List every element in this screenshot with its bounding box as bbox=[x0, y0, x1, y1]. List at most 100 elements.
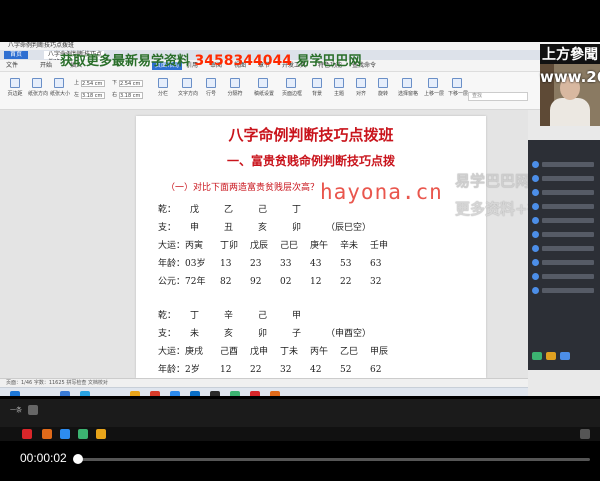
avatar bbox=[532, 273, 539, 280]
avatar bbox=[532, 175, 539, 182]
document-page[interactable]: 八字命例判断技巧点拨班 一、富贵贫贱命例判断技巧点拨 （一）对比下面两造富贵贫贱… bbox=[136, 116, 486, 378]
current-time: 00:00:02 bbox=[20, 451, 67, 465]
windows-taskbar bbox=[0, 387, 528, 396]
margin-left-field[interactable]: 左 3.18 cm bbox=[74, 92, 106, 99]
columns-button[interactable]: 分栏 bbox=[154, 78, 172, 97]
url-watermark: www.265 bbox=[540, 68, 600, 86]
settings-icon[interactable] bbox=[580, 429, 590, 439]
align-button[interactable]: 对齐 bbox=[352, 78, 370, 97]
breaks-button[interactable]: 分隔符 bbox=[226, 78, 244, 97]
avatar bbox=[532, 245, 539, 252]
ie-icon[interactable] bbox=[80, 391, 90, 396]
ribbon: 页边距 纸张方向 纸张大小 上 2.54 cm 左 3.18 cm 下 2.54 cm… bbox=[0, 72, 600, 110]
line-numbers-button[interactable]: 行号 bbox=[202, 78, 220, 97]
mic-icon[interactable] bbox=[532, 352, 542, 360]
avatar bbox=[532, 217, 539, 224]
avatar bbox=[532, 161, 539, 168]
window-title: 八字命例判断技巧点拨班 bbox=[0, 42, 600, 50]
promo-banner-watermark: 获取更多最新易学资料 3458344044 易学巴巴网 bbox=[60, 53, 362, 69]
wps-icon[interactable] bbox=[22, 429, 32, 439]
align-icon bbox=[356, 78, 366, 88]
top-letterbox bbox=[0, 0, 600, 42]
manuscript-icon bbox=[258, 78, 268, 88]
text-direction-button[interactable]: 文字方向 bbox=[178, 78, 198, 97]
camera-icon[interactable] bbox=[546, 352, 556, 360]
status-bar: 页面：1/46 字数：11625 拼写检查 文档校对 bbox=[0, 378, 528, 387]
rotate-button[interactable]: 旋转 bbox=[374, 78, 392, 97]
chat-message bbox=[532, 216, 596, 226]
chat-panel bbox=[528, 140, 600, 370]
playback-bar: 00:00:02 bbox=[0, 446, 600, 474]
avatar-icon bbox=[28, 405, 38, 415]
orientation-button[interactable]: 纸张方向 bbox=[28, 78, 48, 97]
selection-pane-button[interactable]: 选择窗格 bbox=[398, 78, 418, 97]
app-dark-icon[interactable] bbox=[210, 391, 220, 396]
case1-qian-row: 乾：戊乙己丁 bbox=[158, 205, 302, 215]
manuscript-button[interactable]: 稿纸设置 bbox=[254, 78, 274, 97]
margin-top-field[interactable]: 上 2.54 cm bbox=[74, 80, 106, 87]
section-heading: （一）对比下面两造富贵贫贱层次高？ bbox=[166, 183, 320, 193]
chat-message bbox=[532, 286, 596, 296]
chat-message bbox=[532, 258, 596, 268]
background-icon bbox=[312, 78, 322, 88]
line-numbers-icon bbox=[206, 78, 216, 88]
case1-dayun-row: 大运：丙寅 丁卯 戊辰 己巳 庚午 辛未 壬申 bbox=[158, 241, 389, 251]
seek-handle[interactable] bbox=[73, 454, 83, 464]
app-blue-icon[interactable] bbox=[170, 391, 180, 396]
player-caption: 一条 bbox=[10, 407, 23, 414]
margin-right-field[interactable]: 右 3.18 cm bbox=[112, 92, 144, 99]
seek-bar[interactable] bbox=[78, 458, 590, 461]
margins-button[interactable]: 页边距 bbox=[6, 78, 24, 97]
avatar bbox=[532, 259, 539, 266]
search-input[interactable]: 查找 bbox=[468, 92, 528, 101]
app-green-icon[interactable] bbox=[78, 429, 88, 439]
chat-message bbox=[532, 230, 596, 240]
tab-home[interactable]: 首页 bbox=[4, 51, 29, 59]
case2-zhi-row: 支：未亥卯子（申酉空） bbox=[158, 329, 372, 339]
paper-size-icon bbox=[54, 78, 64, 88]
margin-bottom-field[interactable]: 下 2.54 cm bbox=[112, 80, 144, 87]
menu-home[interactable]: 开始 bbox=[40, 62, 52, 70]
page-subtitle: 一、富贵贫贱命例判断技巧点拨 bbox=[226, 154, 395, 168]
app-orange-icon[interactable] bbox=[270, 391, 280, 396]
orientation-icon bbox=[32, 78, 42, 88]
document-area[interactable]: 八字命例判断技巧点拨班 一、富贵贫贱命例判断技巧点拨 （一）对比下面两造富贵贫贱… bbox=[0, 110, 528, 378]
presenter-body bbox=[550, 98, 590, 126]
app-yellow-icon[interactable] bbox=[96, 429, 106, 439]
avatar bbox=[532, 287, 539, 294]
app-blue-icon[interactable] bbox=[60, 429, 70, 439]
background-button[interactable]: 背景 bbox=[308, 78, 326, 97]
app-red-icon[interactable] bbox=[150, 391, 160, 396]
send-backward-button[interactable]: 下移一层 bbox=[448, 78, 468, 97]
store-icon[interactable] bbox=[190, 391, 200, 396]
wps-icon[interactable] bbox=[250, 391, 260, 396]
chat-message bbox=[532, 272, 596, 282]
case1-year-row: 公元：72年 82 92 02 12 22 32 bbox=[158, 277, 382, 287]
theme-button[interactable]: 主题 bbox=[330, 78, 348, 97]
chat-message bbox=[532, 174, 596, 184]
wechat-icon[interactable] bbox=[230, 391, 240, 396]
columns-icon bbox=[158, 78, 168, 88]
screen-recording: 八字命例判断技巧点拨班 首页 八字命例判断技巧点拨班 文件 开始 插入 页面布局… bbox=[0, 42, 600, 396]
bring-forward-icon bbox=[428, 78, 438, 88]
player-app-row bbox=[0, 427, 600, 441]
app-orange-icon[interactable] bbox=[42, 429, 52, 439]
case2-qian-row: 乾：丁辛己甲 bbox=[158, 311, 302, 321]
folder-icon[interactable] bbox=[130, 391, 140, 396]
send-backward-icon bbox=[452, 78, 462, 88]
share-icon[interactable] bbox=[560, 352, 570, 360]
browser-icon[interactable] bbox=[60, 391, 70, 396]
theme-icon bbox=[334, 78, 344, 88]
margins-icon bbox=[10, 78, 20, 88]
bring-forward-button[interactable]: 上移一层 bbox=[424, 78, 444, 97]
avatar bbox=[532, 203, 539, 210]
start-icon[interactable] bbox=[10, 391, 20, 396]
paper-size-button[interactable]: 纸张大小 bbox=[50, 78, 70, 97]
text-direction-icon bbox=[182, 78, 192, 88]
page-border-button[interactable]: 页面边框 bbox=[282, 78, 302, 97]
rotate-icon bbox=[378, 78, 388, 88]
case1-zhi-row: 支：申丑亥卯（辰巳空） bbox=[158, 223, 372, 233]
avatar bbox=[532, 231, 539, 238]
chat-message bbox=[532, 160, 596, 170]
menu-file[interactable]: 文件 bbox=[6, 62, 18, 70]
